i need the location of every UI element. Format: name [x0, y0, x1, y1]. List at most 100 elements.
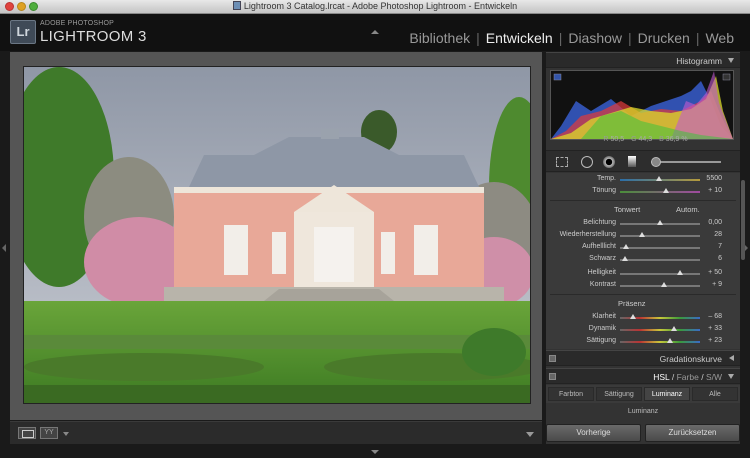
slider-knob[interactable] — [629, 314, 636, 319]
g-value: 44,3 — [638, 136, 653, 143]
tone-section-label: Tonwert — [614, 205, 641, 214]
reset-button[interactable]: Zurücksetzen — [645, 424, 740, 442]
slider-row[interactable]: Schwarz 6 — [546, 253, 740, 265]
slider-row[interactable]: Klarheit – 68 — [546, 311, 740, 323]
window-title-text: Lightroom 3 Catalog.lrcat - Adobe Photos… — [243, 1, 518, 11]
toolbar-options-icon[interactable] — [526, 432, 534, 437]
basic-panel: Temp. 5500 Tönung + 10 Tonwert Autom. Be… — [546, 173, 740, 349]
adjustment-brush-tool-icon[interactable] — [651, 157, 661, 167]
tone-curve-panel-header[interactable]: Gradationskurve — [546, 350, 740, 366]
brand-title: LIGHTROOM 3 — [40, 28, 147, 45]
slider-value[interactable]: – 68 — [708, 313, 722, 320]
slider-knob[interactable] — [622, 244, 629, 249]
slider-value[interactable]: 28 — [714, 231, 722, 238]
slider-row[interactable]: Sättigung + 23 — [546, 335, 740, 347]
temp-slider-knob[interactable] — [656, 176, 662, 181]
slider-track[interactable] — [620, 259, 700, 261]
tab-luminanz[interactable]: Luminanz — [644, 387, 690, 401]
tab-saettigung[interactable]: Sättigung — [596, 387, 642, 401]
presence-section-label: Präsenz — [618, 299, 646, 308]
slider-row[interactable]: Belichtung 0,00 — [546, 217, 740, 229]
crop-tool-icon[interactable] — [556, 157, 568, 167]
slider-value[interactable]: 6 — [718, 255, 722, 262]
tint-slider-knob[interactable] — [663, 188, 669, 193]
hsl-tab-sw[interactable]: S/W — [706, 372, 722, 382]
before-after-button[interactable]: YY — [40, 427, 58, 439]
top-panel-toggle-icon[interactable] — [371, 30, 379, 34]
r-value: 50,5 — [610, 136, 625, 143]
module-header: Lr ADOBE PHOTOSHOP LIGHTROOM 3 Bibliothe… — [0, 14, 750, 51]
slider-knob[interactable] — [670, 326, 677, 331]
tint-value[interactable]: + 10 — [708, 187, 722, 194]
slider-track[interactable] — [620, 285, 700, 287]
tint-track[interactable] — [620, 191, 700, 193]
slider-value[interactable]: 7 — [718, 243, 722, 250]
histogram-curves — [551, 71, 733, 139]
slider-value[interactable]: + 50 — [708, 269, 722, 276]
hsl-title-group: HSL / Farbe / S/W — [653, 372, 722, 382]
slider-knob[interactable] — [666, 338, 673, 343]
slider-knob[interactable] — [621, 256, 628, 261]
slider-knob[interactable] — [639, 232, 646, 237]
histogram-panel-header[interactable]: Histogramm — [546, 52, 740, 68]
module-diashow[interactable]: Diashow — [562, 30, 628, 46]
expand-icon[interactable] — [729, 355, 734, 361]
photo-preview[interactable] — [23, 66, 531, 404]
right-panel-scrollbar[interactable] — [741, 180, 745, 260]
slider-knob[interactable] — [657, 220, 663, 225]
module-web[interactable]: Web — [699, 30, 740, 46]
slider-value[interactable]: + 33 — [708, 325, 722, 332]
histogram-graph — [550, 70, 734, 140]
slider-row[interactable]: Aufhelllicht 7 — [546, 241, 740, 253]
hsl-separator: / — [671, 372, 675, 382]
hsl-tab-hsl[interactable]: HSL — [653, 372, 669, 382]
left-panel-toggle-icon[interactable] — [2, 244, 6, 252]
slider-label: Belichtung — [583, 219, 616, 226]
percent-unit: % — [681, 136, 688, 143]
temp-label: Temp. — [596, 175, 616, 182]
module-drucken[interactable]: Drucken — [632, 30, 696, 46]
slider-track[interactable] — [620, 329, 700, 331]
slider-knob[interactable] — [661, 282, 667, 287]
slider-label: Helligkeit — [587, 269, 616, 276]
previous-button[interactable]: Vorherige — [546, 424, 641, 442]
collapse-icon[interactable] — [728, 374, 734, 379]
temp-slider-row[interactable]: Temp. 5500 — [546, 173, 740, 185]
panel-switch-icon[interactable] — [549, 373, 556, 380]
slider-row[interactable]: Wiederherstellung 28 — [546, 229, 740, 241]
slider-row[interactable]: Kontrast + 9 — [546, 279, 740, 291]
slider-track[interactable] — [620, 247, 700, 249]
tab-farbton[interactable]: Farbton — [548, 387, 594, 401]
graduated-filter-tool-icon[interactable] — [628, 156, 636, 167]
red-eye-tool-icon[interactable] — [603, 156, 615, 168]
loupe-view-button[interactable] — [18, 427, 36, 439]
window-titlebar: Lightroom 3 Catalog.lrcat - Adobe Photos… — [0, 0, 750, 14]
spot-removal-tool-icon[interactable] — [581, 156, 593, 168]
slider-value[interactable]: + 23 — [708, 337, 722, 344]
slider-knob[interactable] — [677, 270, 683, 275]
panel-switch-icon[interactable] — [549, 355, 556, 362]
slider-value[interactable]: + 9 — [712, 281, 722, 288]
hsl-panel-header[interactable]: HSL / Farbe / S/W — [546, 368, 740, 384]
module-bibliothek[interactable]: Bibliothek — [403, 30, 476, 46]
slider-label: Aufhelllicht — [582, 243, 616, 250]
bottom-panel-toggle-icon[interactable] — [371, 450, 379, 454]
slider-value[interactable]: 0,00 — [708, 219, 722, 226]
slider-label: Dynamik — [588, 325, 616, 332]
slider-track[interactable] — [620, 235, 700, 237]
module-entwickeln[interactable]: Entwickeln — [480, 30, 559, 46]
tone-curve-title: Gradationskurve — [659, 354, 722, 364]
slider-row[interactable]: Helligkeit + 50 — [546, 267, 740, 279]
slider-track[interactable] — [620, 273, 700, 275]
hsl-subtabs: Farbton Sättigung Luminanz Alle — [546, 385, 740, 403]
slider-track[interactable] — [620, 341, 700, 343]
temp-value[interactable]: 5500 — [706, 175, 722, 182]
before-after-dropdown-icon[interactable] — [63, 432, 69, 436]
hsl-tab-farbe[interactable]: Farbe — [677, 372, 699, 382]
auto-tone-button[interactable]: Autom. — [676, 205, 700, 214]
tint-slider-row[interactable]: Tönung + 10 — [546, 185, 740, 197]
slider-row[interactable]: Dynamik + 33 — [546, 323, 740, 335]
tab-alle[interactable]: Alle — [692, 387, 738, 401]
collapse-icon[interactable] — [728, 58, 734, 63]
section-divider — [550, 294, 736, 295]
